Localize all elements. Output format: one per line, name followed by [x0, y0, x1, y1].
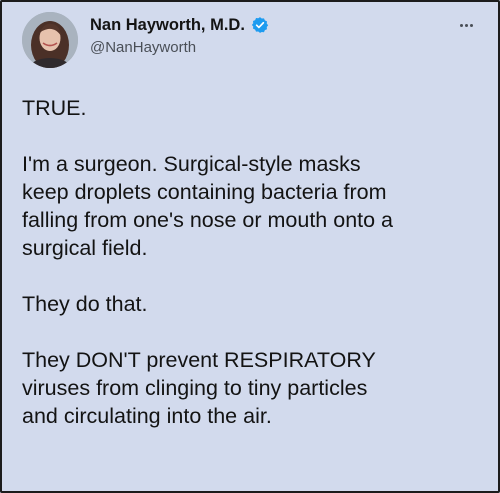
dot: [469, 23, 473, 27]
tweet-text: TRUE. I'm a surgeon. Surgical-style mask…: [22, 94, 492, 430]
dot: [459, 23, 463, 27]
dot: [464, 23, 468, 27]
tweet-paragraph-2: I'm a surgeon. Surgical-style masks keep…: [22, 152, 394, 260]
avatar[interactable]: [22, 12, 78, 68]
tweet-header: Nan Hayworth, M.D. @NanHayworth: [90, 14, 438, 56]
tweet-paragraph-4: They DON'T prevent RESPIRATORY viruses f…: [22, 348, 376, 428]
more-options-icon[interactable]: [454, 16, 478, 34]
tweet-paragraph-1: TRUE.: [22, 96, 87, 120]
author-name[interactable]: Nan Hayworth, M.D.: [90, 16, 245, 35]
avatar-photo: [22, 12, 78, 68]
tweet-paragraph-3: They do that.: [22, 292, 148, 316]
author-handle[interactable]: @NanHayworth: [90, 39, 438, 56]
verified-badge-icon: [251, 16, 269, 34]
name-row: Nan Hayworth, M.D.: [90, 14, 438, 36]
tweet-card: Nan Hayworth, M.D. @NanHayworth TRUE. I'…: [0, 0, 500, 493]
